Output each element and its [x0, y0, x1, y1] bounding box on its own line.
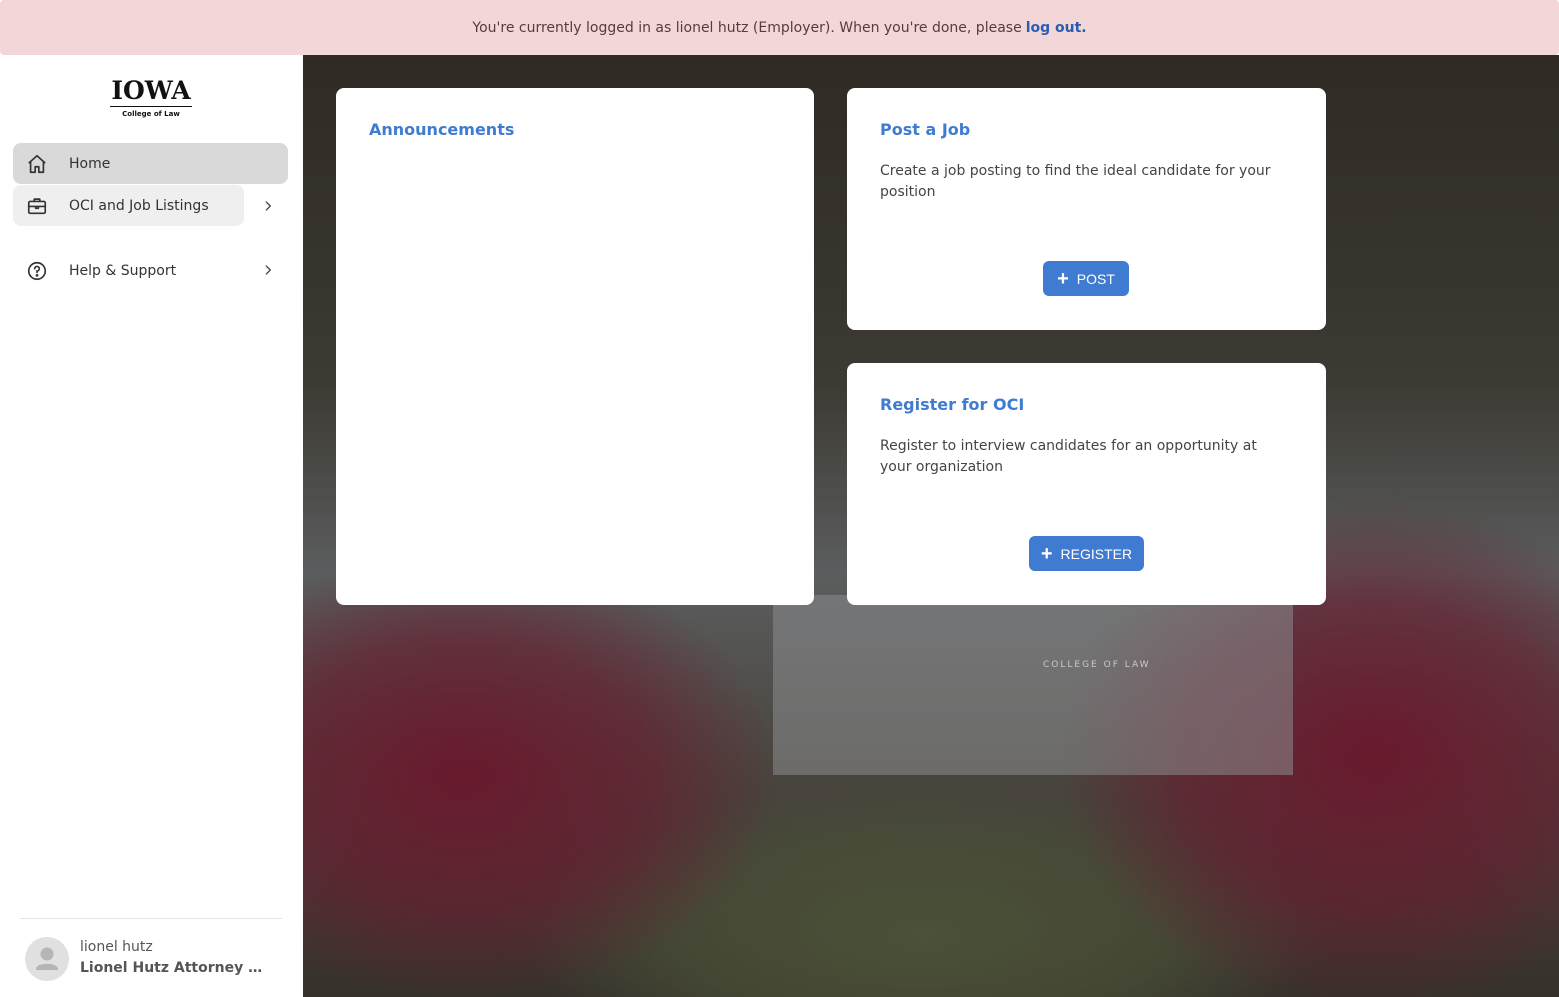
logout-link[interactable]: log out.: [1026, 20, 1087, 36]
user-organization: Lionel Hutz Attorney at Law: [80, 960, 270, 976]
post-button-label: POST: [1076, 270, 1115, 287]
chevron-right-icon[interactable]: [258, 196, 278, 216]
sidebar-item-help-support[interactable]: Help & Support: [13, 250, 244, 291]
logo-subtitle: College of Law: [122, 110, 180, 118]
post-job-card: Post a Job Create a job posting to find …: [847, 88, 1326, 330]
register-oci-description: Register to interview candidates for an …: [880, 438, 1257, 475]
sidebar-item-home[interactable]: Home: [13, 143, 288, 184]
home-icon: [25, 152, 49, 176]
help-circle-icon: [25, 259, 49, 283]
post-job-button[interactable]: + POST: [1043, 261, 1129, 296]
sidebar-divider: [20, 918, 282, 919]
impersonation-banner: You're currently logged in as lionel hut…: [0, 0, 1559, 55]
logo-rule: [110, 106, 192, 107]
avatar[interactable]: [25, 937, 69, 981]
iowa-law-logo[interactable]: IOWA College of Law: [110, 77, 192, 125]
plus-icon: +: [1057, 267, 1069, 290]
sidebar: IOWA College of Law Home OCI and Job Lis…: [0, 55, 303, 997]
plus-icon: +: [1040, 542, 1053, 565]
user-icon: [36, 947, 58, 970]
banner-message: You're currently logged in as lionel hut…: [472, 19, 1022, 36]
announcements-title: Announcements: [369, 120, 515, 139]
sidebar-item-label: Help & Support: [69, 262, 177, 279]
building-sign: COLLEGE OF LAW: [1043, 660, 1151, 670]
register-oci-button[interactable]: + REGISTER: [1029, 536, 1144, 571]
sidebar-item-label: OCI and Job Listings: [69, 197, 209, 214]
chevron-right-icon[interactable]: [258, 260, 278, 280]
user-name: lionel hutz: [80, 939, 153, 955]
post-job-title: Post a Job: [880, 120, 971, 139]
sidebar-item-label: Home: [69, 155, 111, 172]
logo-wordmark: IOWA: [111, 76, 191, 105]
post-job-description: Create a job posting to find the ideal c…: [880, 163, 1271, 200]
register-button-label: REGISTER: [1060, 545, 1133, 562]
register-oci-card: Register for OCI Register to interview c…: [847, 363, 1326, 605]
briefcase-icon: [25, 194, 49, 218]
building-image: [773, 595, 1293, 775]
register-oci-title: Register for OCI: [880, 395, 1025, 414]
sidebar-item-oci-job-listings[interactable]: OCI and Job Listings: [13, 185, 244, 226]
announcements-card: Announcements: [336, 88, 814, 605]
